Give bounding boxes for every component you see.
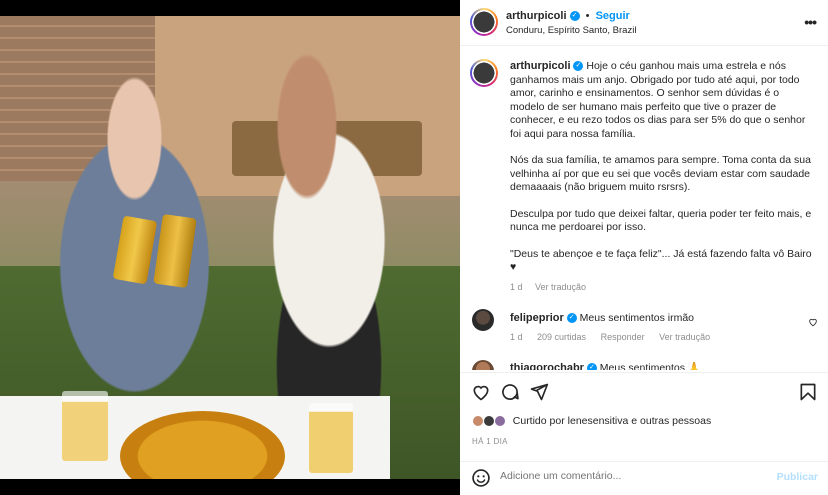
author-avatar[interactable] [470, 8, 498, 36]
comment-body: thiagorochabr ✓ Meus sentimentos 🙏 [510, 361, 701, 370]
post-photo-pane [0, 0, 460, 495]
bookmark-icon[interactable] [798, 382, 818, 402]
verified-icon: ✓ [566, 313, 577, 324]
caption-author-avatar[interactable] [470, 59, 498, 87]
likes-prefix: Curtido por [512, 415, 565, 427]
author-username[interactable]: arthurpicoli [506, 10, 567, 22]
photo-glass [62, 391, 108, 461]
post-side-panel: arthurpicoli ✓ • Seguir Conduru, Espírit… [460, 0, 828, 495]
comment-text: Meus sentimentos irmão [579, 312, 695, 324]
caption-paragraph: Desculpa por tudo que deixei faltar, que… [510, 207, 812, 234]
commenter-username[interactable]: felipeprior [510, 312, 564, 324]
emoji-icon[interactable] [471, 468, 491, 488]
comment-heart-icon[interactable] [808, 317, 818, 327]
comment-time[interactable]: 1 d [510, 332, 523, 342]
likes-summary[interactable]: Curtido por lenesensitiva e outras pesso… [472, 415, 711, 428]
verified-icon: ✓ [573, 61, 584, 72]
caption-translate-link[interactable]: Ver tradução [535, 282, 586, 292]
caption-username[interactable]: arthurpicoli [510, 60, 571, 72]
heart-icon[interactable] [471, 382, 491, 402]
post-photo[interactable] [0, 16, 460, 479]
comment-body: felipeprior ✓ Meus sentimentos irmão [510, 312, 694, 324]
liker-avatar [493, 415, 506, 428]
reply-button[interactable]: Responder [601, 332, 645, 342]
post-actions: Curtido por lenesensitiva e outras pesso… [460, 372, 828, 492]
caption-meta: 1 d Ver tradução [510, 281, 815, 295]
comment-text: Meus sentimentos 🙏 [599, 362, 701, 370]
comment-icon[interactable] [500, 382, 520, 402]
more-icon[interactable]: ••• [804, 14, 817, 30]
commenter-username[interactable]: thiagorochabr [510, 362, 584, 370]
separator-dot: • [585, 10, 590, 22]
photo-glass [309, 403, 353, 473]
likes-suffix[interactable]: e outras pessoas [631, 415, 711, 427]
liker-username[interactable]: lenesensitiva [568, 415, 629, 427]
comments-section[interactable]: arthurpicoli ✓ Hoje o céu ganhou mais um… [460, 47, 828, 370]
verified-icon: ✓ [586, 363, 597, 370]
publish-button[interactable]: Publicar [777, 471, 818, 483]
post-caption: arthurpicoli ✓ Hoje o céu ganhou mais um… [510, 60, 815, 294]
post-header: arthurpicoli ✓ • Seguir Conduru, Espírit… [460, 0, 828, 46]
liker-avatars [472, 415, 506, 428]
verified-icon: ✓ [569, 11, 580, 22]
caption-time[interactable]: 1 d [510, 282, 523, 292]
commenter-avatar[interactable] [472, 309, 494, 331]
header-user-line: arthurpicoli ✓ • Seguir [506, 10, 630, 22]
follow-button[interactable]: Seguir [596, 10, 630, 22]
comment-translate-link[interactable]: Ver tradução [659, 332, 710, 342]
comment-meta: 1 d 209 curtidas Responder Ver tradução [510, 332, 722, 342]
comment-likes-count[interactable]: 209 curtidas [537, 332, 586, 342]
post-time-ago[interactable]: HÁ 1 DIA [472, 437, 508, 446]
post-location[interactable]: Conduru, Espírito Santo, Brazil [506, 25, 636, 36]
caption-paragraph: Nós da sua família, te amamos para sempr… [510, 154, 811, 193]
share-icon[interactable] [529, 382, 549, 402]
caption-paragraph: "Deus te abençoe e te faça feliz"... Já … [510, 247, 812, 274]
commenter-avatar[interactable] [472, 360, 494, 370]
comment-input[interactable] [500, 470, 760, 482]
add-comment-bar: Publicar [460, 461, 828, 493]
